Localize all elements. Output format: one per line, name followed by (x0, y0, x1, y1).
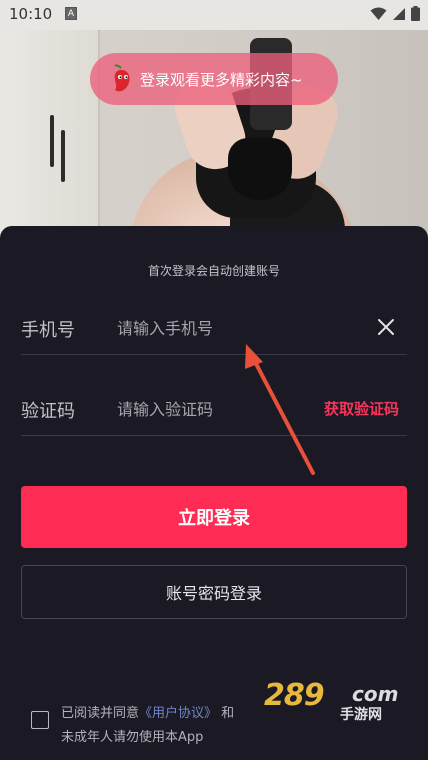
agreement-checkbox[interactable] (31, 711, 49, 729)
login-button[interactable]: 立即登录 (21, 486, 407, 548)
password-login-button[interactable]: 账号密码登录 (21, 565, 407, 619)
wardrobe-handle (50, 115, 54, 167)
phone-input[interactable] (117, 314, 297, 342)
phone-label: 手机号 (21, 320, 75, 341)
status-bar: 10:10 A (0, 0, 428, 30)
face-mask (228, 138, 292, 200)
signal-icon (393, 7, 405, 20)
user-agreement-link[interactable]: 《用户协议》 (139, 706, 217, 721)
toast-text: 登录观看更多精彩内容~ (140, 70, 303, 89)
code-field-row: 验证码 获取验证码 (21, 383, 407, 436)
notification-a-icon: A (65, 7, 77, 20)
watermark-digits: 289 (264, 678, 325, 713)
status-icons (370, 6, 420, 21)
agreement-prefix: 已阅读并同意 (61, 706, 140, 721)
auto-register-hint: 首次登录会自动创建账号 (147, 264, 280, 278)
watermark-label: 手游网 (340, 707, 382, 723)
get-code-button[interactable]: 获取验证码 (324, 398, 399, 419)
phone-field-row: 手机号 (21, 302, 407, 355)
wardrobe-door (0, 30, 100, 240)
login-toast: 登录观看更多精彩内容~ (90, 53, 338, 105)
code-input[interactable] (117, 395, 297, 423)
watermark-com: com (352, 682, 399, 706)
site-watermark: 289 com 手游网 (262, 678, 412, 724)
status-time: 10:10 (9, 5, 53, 23)
wardrobe-handle (61, 130, 65, 182)
minor-warning: 未成年人请勿使用本App (61, 730, 204, 745)
agreement-and: 和 (221, 706, 235, 721)
clear-input-icon[interactable] (375, 316, 397, 338)
battery-icon (411, 6, 420, 21)
chili-pepper-icon (114, 64, 130, 92)
wifi-icon (370, 7, 387, 20)
code-label: 验证码 (21, 401, 75, 422)
